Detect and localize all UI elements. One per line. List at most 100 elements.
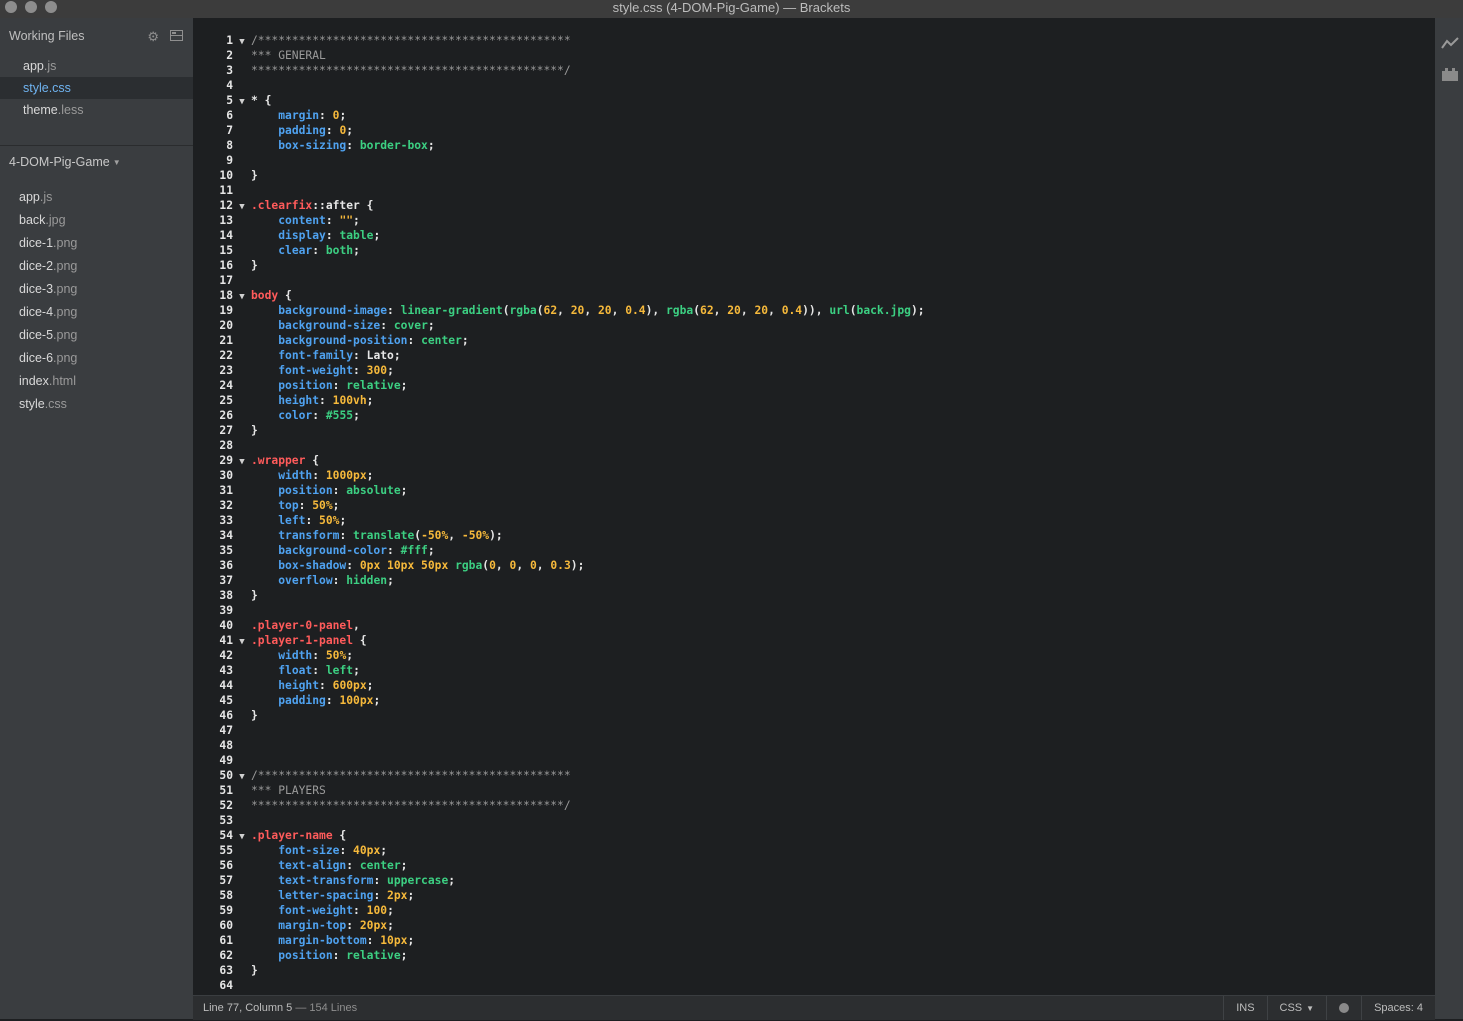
code-line[interactable]: 36 box-shadow: 0px 10px 50px rgba(0, 0, … — [193, 558, 925, 573]
code-line[interactable]: 57 text-transform: uppercase; — [193, 873, 925, 888]
project-file-item[interactable]: dice-6.png — [0, 347, 193, 370]
project-file-item[interactable]: dice-2.png — [0, 255, 193, 278]
code-line[interactable]: 16} — [193, 258, 925, 273]
code-line[interactable]: 29 ▼ .wrapper { — [193, 453, 925, 468]
project-file-item[interactable]: style.css — [0, 393, 193, 416]
code-line[interactable]: 33 left: 50%; — [193, 513, 925, 528]
code-line[interactable]: 27} — [193, 423, 925, 438]
code-line[interactable]: 63} — [193, 963, 925, 978]
code-line[interactable]: 56 text-align: center; — [193, 858, 925, 873]
code-line[interactable]: 7 padding: 0; — [193, 123, 925, 138]
project-file-item[interactable]: app.js — [0, 186, 193, 209]
code-line[interactable]: 40 .player-0-panel, — [193, 618, 925, 633]
code-line[interactable]: 13 content: ""; — [193, 213, 925, 228]
code-line[interactable]: 1 ▼/*************************************… — [193, 33, 925, 48]
extension-manager-icon[interactable] — [1441, 67, 1459, 83]
code-line[interactable]: 43 float: left; — [193, 663, 925, 678]
minimize-window-button[interactable] — [25, 1, 37, 13]
code-line[interactable]: 62 position: relative; — [193, 948, 925, 963]
code-line[interactable]: 46} — [193, 708, 925, 723]
code-line[interactable]: 41 ▼ .player-1-panel { — [193, 633, 925, 648]
code-line[interactable]: 4 — [193, 78, 925, 93]
live-preview-icon[interactable] — [1441, 36, 1459, 52]
code-line[interactable]: 6 margin: 0; — [193, 108, 925, 123]
code-line[interactable]: 38} — [193, 588, 925, 603]
code-line[interactable]: 61 margin-bottom: 10px; — [193, 933, 925, 948]
code-line[interactable]: 18 ▼ body { — [193, 288, 925, 303]
project-file-item[interactable]: dice-5.png — [0, 324, 193, 347]
code-line[interactable]: 9 — [193, 153, 925, 168]
line-number: 44 — [219, 679, 233, 692]
code-line[interactable]: 39 — [193, 603, 925, 618]
code-line[interactable]: 14 display: table; — [193, 228, 925, 243]
code-line[interactable]: 44 height: 600px; — [193, 678, 925, 693]
project-file-item[interactable]: dice-4.png — [0, 301, 193, 324]
project-file-item[interactable]: dice-1.png — [0, 232, 193, 255]
code-token: , — [611, 304, 626, 317]
code-line[interactable]: 30 width: 1000px; — [193, 468, 925, 483]
code-line[interactable]: 34 transform: translate(-50%, -50%); — [193, 528, 925, 543]
code-line[interactable]: 60 margin-top: 20px; — [193, 918, 925, 933]
code-line[interactable]: 28 — [193, 438, 925, 453]
code-line[interactable]: 53 — [193, 813, 925, 828]
code-line[interactable]: 24 position: relative; — [193, 378, 925, 393]
code-line[interactable]: 59 font-weight: 100; — [193, 903, 925, 918]
code-line[interactable]: 42 width: 50%; — [193, 648, 925, 663]
code-line[interactable]: 31 position: absolute; — [193, 483, 925, 498]
close-window-button[interactable] — [5, 1, 17, 13]
code-line[interactable]: 32 top: 50%; — [193, 498, 925, 513]
code-line[interactable]: 54 ▼ .player-name { — [193, 828, 925, 843]
code-line[interactable]: 19 background-image: linear-gradient(rgb… — [193, 303, 924, 318]
line-text: text-align: center; — [251, 859, 407, 872]
code-line[interactable]: 26 color: #555; — [193, 408, 925, 423]
working-file-item[interactable]: style.css — [0, 77, 193, 99]
code-line[interactable]: 5 ▼ * { — [193, 93, 925, 108]
line-text: box-shadow: 0px 10px 50px rgba(0, 0, 0, … — [251, 559, 584, 572]
code-line[interactable]: 37 overflow: hidden; — [193, 573, 925, 588]
linter-status[interactable] — [1326, 996, 1361, 1020]
project-file-item[interactable]: back.jpg — [0, 209, 193, 232]
zoom-window-button[interactable] — [45, 1, 57, 13]
code-line[interactable]: 55 font-size: 40px; — [193, 843, 925, 858]
code-line[interactable]: 45 padding: 100px; — [193, 693, 925, 708]
code-token: width — [278, 649, 313, 662]
code-line[interactable]: 17 — [193, 273, 925, 288]
code-line[interactable]: 48 — [193, 738, 925, 753]
code-line[interactable]: 8 box-sizing: border-box; — [193, 138, 925, 153]
code-line[interactable]: 12 ▼ .clearfix::after { — [193, 198, 925, 213]
cursor-position[interactable]: Line 77, Column 5 — 154 Lines — [203, 996, 357, 1020]
code-line[interactable]: 50 ▼/************************************… — [193, 768, 925, 783]
code-token: ; — [407, 889, 415, 902]
project-file-item[interactable]: index.html — [0, 370, 193, 393]
code-line[interactable]: 22 font-family: Lato; — [193, 348, 925, 363]
code-line[interactable]: 3 ***************************************… — [193, 63, 925, 78]
project-file-item[interactable]: dice-3.png — [0, 278, 193, 301]
code-line[interactable]: 10} — [193, 168, 925, 183]
code-token: font-weight — [278, 904, 354, 917]
language-select[interactable]: CSS ▼ — [1266, 996, 1327, 1020]
code-line[interactable]: 11 — [193, 183, 925, 198]
gear-icon[interactable]: ⚙ — [147, 29, 159, 45]
code-line[interactable]: 23 font-weight: 300; — [193, 363, 925, 378]
insert-mode-toggle[interactable]: INS — [1223, 996, 1266, 1020]
code-line[interactable]: 64 — [193, 978, 925, 993]
indent-setting[interactable]: Spaces: 4 — [1361, 996, 1435, 1020]
code-line[interactable]: 25 height: 100vh; — [193, 393, 925, 408]
code-line[interactable]: 49 — [193, 753, 925, 768]
working-file-item[interactable]: theme.less — [0, 99, 193, 121]
code-line[interactable]: 58 letter-spacing: 2px; — [193, 888, 925, 903]
code-token: relative — [346, 379, 401, 392]
project-dropdown[interactable]: 4-DOM-Pig-Game ▼ — [9, 155, 121, 169]
split-view-icon[interactable] — [170, 29, 183, 45]
code-line[interactable]: 2 *** GENERAL — [193, 48, 925, 63]
code-line[interactable]: 47 — [193, 723, 925, 738]
code-line[interactable]: 35 background-color: #fff; — [193, 543, 925, 558]
code-line[interactable]: 52 **************************************… — [193, 798, 925, 813]
working-file-item[interactable]: app.js — [0, 55, 193, 77]
code-line[interactable]: 20 background-size: cover; — [193, 318, 925, 333]
code-editor[interactable]: 1 ▼/*************************************… — [193, 18, 1435, 995]
code-line[interactable]: 15 clear: both; — [193, 243, 925, 258]
code-line[interactable]: 51 *** PLAYERS — [193, 783, 925, 798]
code-line[interactable]: 21 background-position: center; — [193, 333, 925, 348]
